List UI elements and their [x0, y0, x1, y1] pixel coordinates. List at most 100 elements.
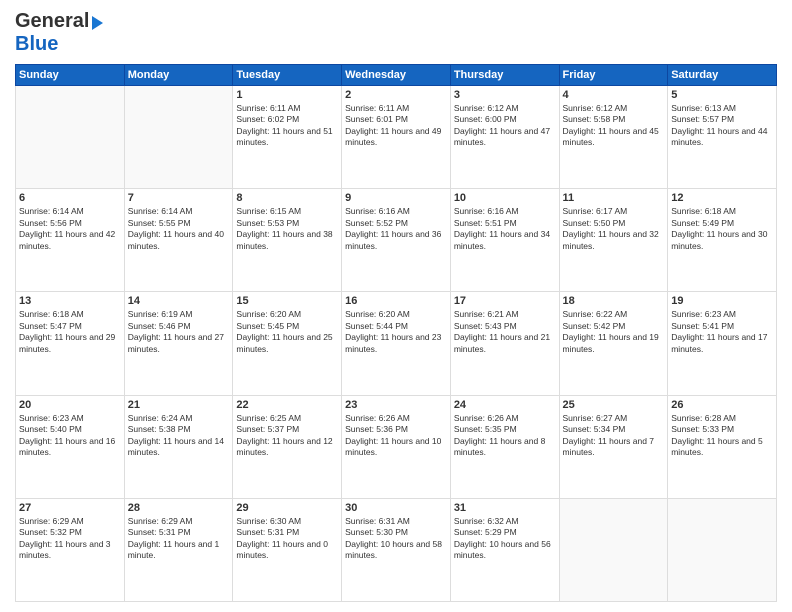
- day-info: Sunrise: 6:20 AM Sunset: 5:44 PM Dayligh…: [345, 309, 447, 355]
- calendar-cell: [559, 498, 668, 601]
- calendar-cell: 16 Sunrise: 6:20 AM Sunset: 5:44 PM Dayli…: [342, 292, 451, 395]
- day-number: 28: [128, 502, 230, 514]
- day-info: Sunrise: 6:31 AM Sunset: 5:30 PM Dayligh…: [345, 516, 447, 562]
- calendar-cell: 1 Sunrise: 6:11 AM Sunset: 6:02 PM Daylig…: [233, 86, 342, 189]
- calendar-cell: 31 Sunrise: 6:32 AM Sunset: 5:29 PM Dayli…: [450, 498, 559, 601]
- day-info: Sunrise: 6:18 AM Sunset: 5:47 PM Dayligh…: [19, 309, 121, 355]
- calendar-cell: 9 Sunrise: 6:16 AM Sunset: 5:52 PM Daylig…: [342, 189, 451, 292]
- page: General Blue SundayMondayTuesdayWednesda…: [0, 0, 792, 612]
- day-number: 13: [19, 295, 121, 307]
- day-info: Sunrise: 6:19 AM Sunset: 5:46 PM Dayligh…: [128, 309, 230, 355]
- calendar-cell: [668, 498, 777, 601]
- calendar-cell: 4Sunrise: 6:12 AM Sunset: 5:58 PM Daylig…: [559, 86, 668, 189]
- calendar-cell: 20 Sunrise: 6:23 AM Sunset: 5:40 PM Dayli…: [16, 395, 125, 498]
- day-number: 20: [19, 399, 121, 411]
- day-number: 8: [236, 192, 338, 204]
- day-info: Sunrise: 6:22 AM Sunset: 5:42 PM Dayligh…: [563, 309, 665, 355]
- day-number: 10: [454, 192, 556, 204]
- weekday-header-tuesday: Tuesday: [233, 65, 342, 86]
- week-row-5: 27 Sunrise: 6:29 AM Sunset: 5:32 PM Dayli…: [16, 498, 777, 601]
- calendar-cell: 6Sunrise: 6:14 AM Sunset: 5:56 PM Daylig…: [16, 189, 125, 292]
- day-info: Sunrise: 6:26 AM Sunset: 5:36 PM Dayligh…: [345, 413, 447, 459]
- day-number: 29: [236, 502, 338, 514]
- weekday-header-row: SundayMondayTuesdayWednesdayThursdayFrid…: [16, 65, 777, 86]
- logo-arrow-icon: [92, 16, 103, 30]
- weekday-header-saturday: Saturday: [668, 65, 777, 86]
- calendar-cell: 11Sunrise: 6:17 AM Sunset: 5:50 PM Dayli…: [559, 189, 668, 292]
- calendar-cell: 28Sunrise: 6:29 AM Sunset: 5:31 PM Dayli…: [124, 498, 233, 601]
- calendar-cell: 21 Sunrise: 6:24 AM Sunset: 5:38 PM Dayli…: [124, 395, 233, 498]
- day-number: 9: [345, 192, 447, 204]
- calendar-cell: 24 Sunrise: 6:26 AM Sunset: 5:35 PM Dayli…: [450, 395, 559, 498]
- day-number: 14: [128, 295, 230, 307]
- calendar-cell: 8 Sunrise: 6:15 AM Sunset: 5:53 PM Daylig…: [233, 189, 342, 292]
- logo: General Blue: [15, 10, 103, 56]
- day-info: Sunrise: 6:26 AM Sunset: 5:35 PM Dayligh…: [454, 413, 556, 459]
- day-number: 27: [19, 502, 121, 514]
- day-number: 3: [454, 89, 556, 101]
- logo-blue: Blue: [15, 33, 58, 55]
- day-number: 17: [454, 295, 556, 307]
- weekday-header-friday: Friday: [559, 65, 668, 86]
- calendar-cell: 7Sunrise: 6:14 AM Sunset: 5:55 PM Daylig…: [124, 189, 233, 292]
- day-info: Sunrise: 6:23 AM Sunset: 5:41 PM Dayligh…: [671, 309, 773, 355]
- day-info: Sunrise: 6:23 AM Sunset: 5:40 PM Dayligh…: [19, 413, 121, 459]
- week-row-2: 6Sunrise: 6:14 AM Sunset: 5:56 PM Daylig…: [16, 189, 777, 292]
- day-info: Sunrise: 6:21 AM Sunset: 5:43 PM Dayligh…: [454, 309, 556, 355]
- week-row-3: 13 Sunrise: 6:18 AM Sunset: 5:47 PM Dayli…: [16, 292, 777, 395]
- week-row-4: 20 Sunrise: 6:23 AM Sunset: 5:40 PM Dayli…: [16, 395, 777, 498]
- calendar-cell: 3 Sunrise: 6:12 AM Sunset: 6:00 PM Daylig…: [450, 86, 559, 189]
- day-number: 15: [236, 295, 338, 307]
- day-info: Sunrise: 6:11 AM Sunset: 6:01 PM Dayligh…: [345, 103, 447, 149]
- day-number: 26: [671, 399, 773, 411]
- calendar-cell: 25Sunrise: 6:27 AM Sunset: 5:34 PM Dayli…: [559, 395, 668, 498]
- day-info: Sunrise: 6:12 AM Sunset: 6:00 PM Dayligh…: [454, 103, 556, 149]
- calendar-cell: 14 Sunrise: 6:19 AM Sunset: 5:46 PM Dayli…: [124, 292, 233, 395]
- day-number: 30: [345, 502, 447, 514]
- day-number: 1: [236, 89, 338, 101]
- day-number: 7: [128, 192, 230, 204]
- calendar-cell: 23 Sunrise: 6:26 AM Sunset: 5:36 PM Dayli…: [342, 395, 451, 498]
- day-info: Sunrise: 6:16 AM Sunset: 5:51 PM Dayligh…: [454, 206, 556, 252]
- weekday-header-thursday: Thursday: [450, 65, 559, 86]
- calendar-cell: 15 Sunrise: 6:20 AM Sunset: 5:45 PM Dayli…: [233, 292, 342, 395]
- day-info: Sunrise: 6:24 AM Sunset: 5:38 PM Dayligh…: [128, 413, 230, 459]
- header: General Blue: [15, 10, 777, 56]
- day-number: 19: [671, 295, 773, 307]
- day-number: 18: [563, 295, 665, 307]
- day-info: Sunrise: 6:28 AM Sunset: 5:33 PM Dayligh…: [671, 413, 773, 459]
- week-row-1: 1 Sunrise: 6:11 AM Sunset: 6:02 PM Daylig…: [16, 86, 777, 189]
- calendar-cell: 5Sunrise: 6:13 AM Sunset: 5:57 PM Daylig…: [668, 86, 777, 189]
- day-info: Sunrise: 6:20 AM Sunset: 5:45 PM Dayligh…: [236, 309, 338, 355]
- day-number: 2: [345, 89, 447, 101]
- day-info: Sunrise: 6:29 AM Sunset: 5:32 PM Dayligh…: [19, 516, 121, 562]
- day-info: Sunrise: 6:18 AM Sunset: 5:49 PM Dayligh…: [671, 206, 773, 252]
- day-number: 12: [671, 192, 773, 204]
- weekday-header-wednesday: Wednesday: [342, 65, 451, 86]
- day-info: Sunrise: 6:16 AM Sunset: 5:52 PM Dayligh…: [345, 206, 447, 252]
- calendar-cell: 30 Sunrise: 6:31 AM Sunset: 5:30 PM Dayli…: [342, 498, 451, 601]
- calendar-cell: 29Sunrise: 6:30 AM Sunset: 5:31 PM Dayli…: [233, 498, 342, 601]
- day-info: Sunrise: 6:14 AM Sunset: 5:56 PM Dayligh…: [19, 206, 121, 252]
- day-number: 23: [345, 399, 447, 411]
- day-number: 31: [454, 502, 556, 514]
- day-info: Sunrise: 6:11 AM Sunset: 6:02 PM Dayligh…: [236, 103, 338, 149]
- calendar-cell: 12 Sunrise: 6:18 AM Sunset: 5:49 PM Dayli…: [668, 189, 777, 292]
- weekday-header-monday: Monday: [124, 65, 233, 86]
- day-info: Sunrise: 6:27 AM Sunset: 5:34 PM Dayligh…: [563, 413, 665, 459]
- day-info: Sunrise: 6:32 AM Sunset: 5:29 PM Dayligh…: [454, 516, 556, 562]
- day-number: 16: [345, 295, 447, 307]
- day-number: 24: [454, 399, 556, 411]
- day-info: Sunrise: 6:25 AM Sunset: 5:37 PM Dayligh…: [236, 413, 338, 459]
- calendar-table: SundayMondayTuesdayWednesdayThursdayFrid…: [15, 64, 777, 602]
- calendar-cell: 10 Sunrise: 6:16 AM Sunset: 5:51 PM Dayli…: [450, 189, 559, 292]
- day-info: Sunrise: 6:15 AM Sunset: 5:53 PM Dayligh…: [236, 206, 338, 252]
- day-number: 21: [128, 399, 230, 411]
- logo-general: General: [15, 10, 89, 33]
- calendar-cell: 26 Sunrise: 6:28 AM Sunset: 5:33 PM Dayli…: [668, 395, 777, 498]
- calendar-cell: [16, 86, 125, 189]
- day-number: 22: [236, 399, 338, 411]
- day-info: Sunrise: 6:13 AM Sunset: 5:57 PM Dayligh…: [671, 103, 773, 149]
- calendar-cell: 27 Sunrise: 6:29 AM Sunset: 5:32 PM Dayli…: [16, 498, 125, 601]
- calendar-cell: 18 Sunrise: 6:22 AM Sunset: 5:42 PM Dayli…: [559, 292, 668, 395]
